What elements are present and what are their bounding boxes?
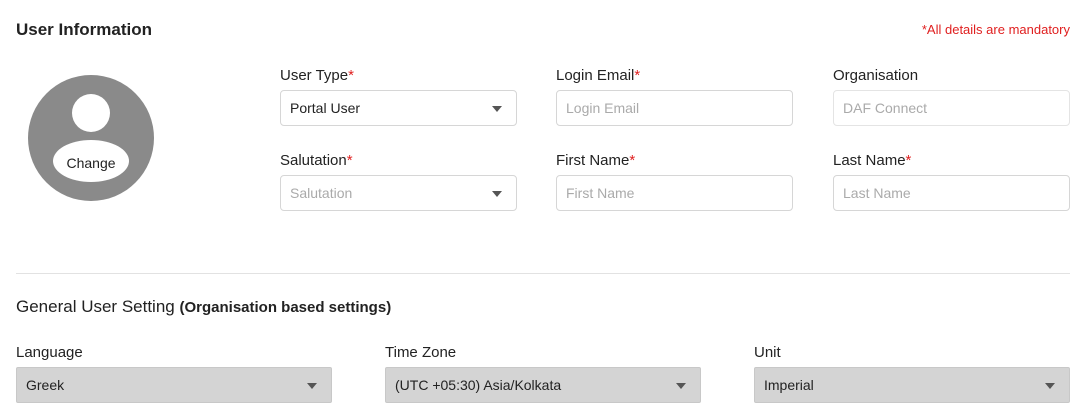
- login-email-input[interactable]: Login Email: [556, 90, 793, 126]
- first-name-label: First Name*: [556, 152, 636, 169]
- user-information-title: User Information: [16, 20, 153, 39]
- time-zone-label: Time Zone: [385, 344, 457, 361]
- login-email-label: Login Email*: [556, 67, 641, 84]
- language-select[interactable]: Greek: [16, 367, 332, 403]
- salutation-select[interactable]: Salutation: [280, 175, 517, 211]
- user-type-label: User Type*: [280, 67, 354, 84]
- mandatory-note: *All details are mandatory: [921, 22, 1070, 37]
- language-label: Language: [16, 344, 83, 361]
- general-settings-title: General User Setting (Organisation based…: [16, 297, 392, 316]
- last-name-label: Last Name*: [833, 152, 912, 169]
- avatar[interactable]: Change: [28, 75, 154, 201]
- first-name-input[interactable]: First Name: [556, 175, 793, 211]
- chevron-down-icon: [492, 106, 502, 112]
- unit-select[interactable]: Imperial: [754, 367, 1070, 403]
- chevron-down-icon: [676, 383, 686, 389]
- salutation-label: Salutation*: [280, 152, 353, 169]
- time-zone-select[interactable]: (UTC +05:30) Asia/Kolkata: [385, 367, 701, 403]
- organisation-field: DAF Connect: [833, 90, 1070, 126]
- unit-label: Unit: [754, 344, 781, 361]
- user-avatar-icon: [72, 94, 110, 132]
- organisation-label: Organisation: [833, 67, 919, 84]
- chevron-down-icon: [307, 383, 317, 389]
- chevron-down-icon: [1045, 383, 1055, 389]
- user-type-select[interactable]: Portal User: [280, 90, 517, 126]
- section-divider: [16, 273, 1070, 274]
- chevron-down-icon: [492, 191, 502, 197]
- change-avatar-button[interactable]: Change: [28, 155, 154, 171]
- last-name-input[interactable]: Last Name: [833, 175, 1070, 211]
